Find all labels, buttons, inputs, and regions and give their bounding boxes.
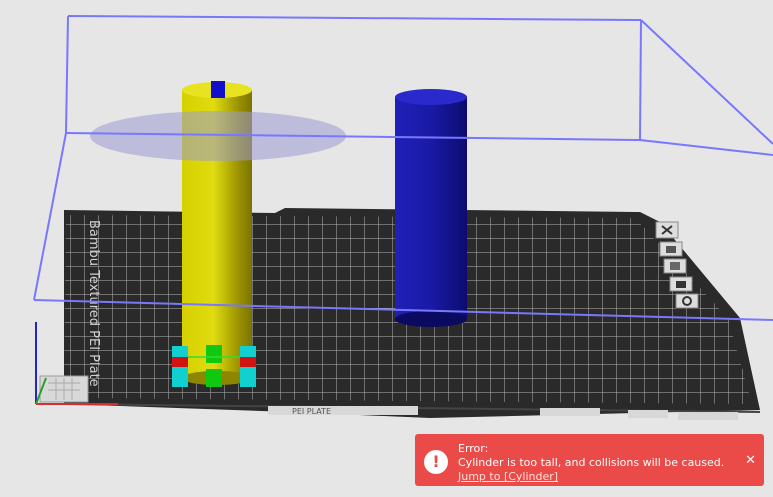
- blue-cylinder[interactable]: [395, 89, 467, 327]
- gizmo-move-handle[interactable]: [211, 81, 225, 98]
- settings-icon[interactable]: [675, 293, 699, 309]
- error-message: Cylinder is too tall, and collisions wil…: [458, 456, 725, 469]
- error-title: Error:: [458, 442, 489, 455]
- error-notification: ! Error: Cylinder is too tall, and colli…: [415, 434, 764, 486]
- close-icon[interactable]: [655, 221, 679, 239]
- lock-icon[interactable]: [659, 241, 683, 257]
- camera-icon[interactable]: [669, 276, 693, 292]
- jump-to-object-link[interactable]: Jump to [Cylinder]: [458, 470, 558, 483]
- plate-thumbnail[interactable]: [39, 375, 89, 403]
- close-icon[interactable]: ✕: [745, 454, 756, 467]
- plate-name-label: Bambu Textured PEI Plate: [86, 220, 101, 387]
- arrange-icon[interactable]: [663, 258, 687, 274]
- error-icon: !: [424, 450, 448, 474]
- plate-bottom-label: PEI PLATE: [292, 407, 331, 416]
- 3d-viewport[interactable]: Bambu Textured PEI Plate PEI PLATE: [0, 0, 773, 497]
